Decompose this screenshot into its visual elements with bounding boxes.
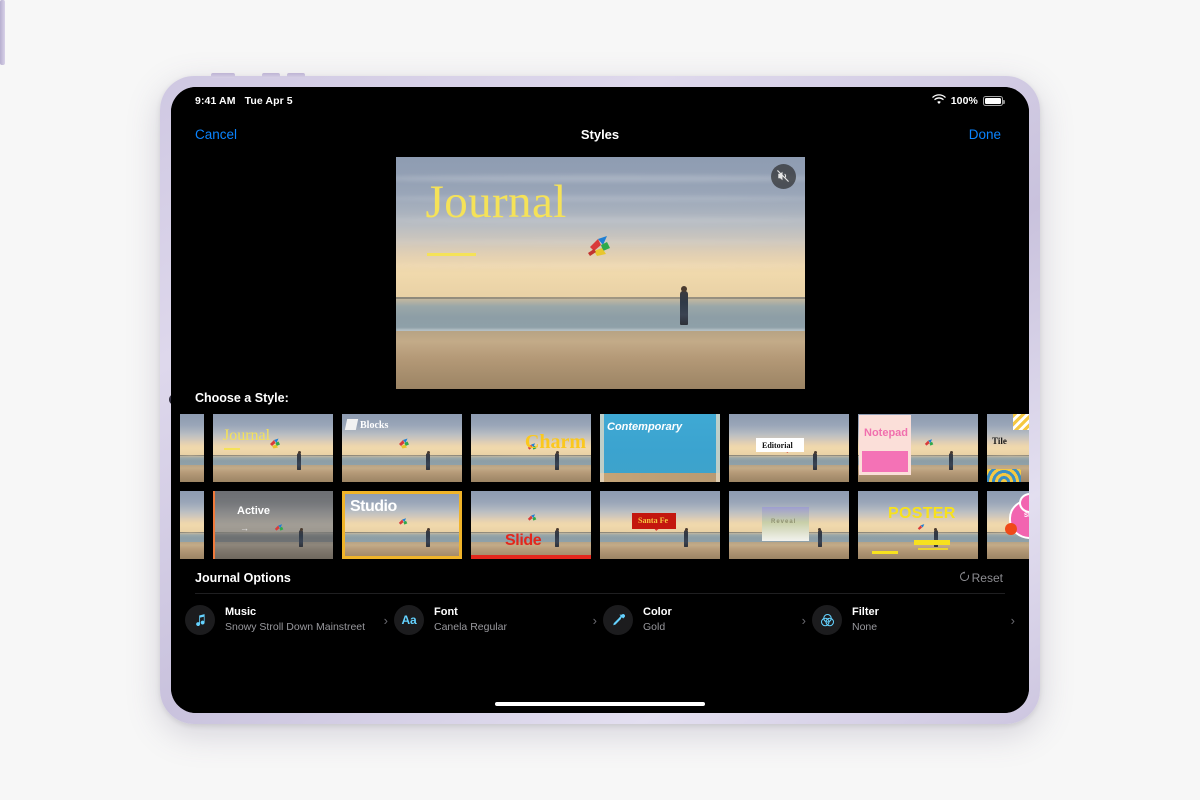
reset-arrow-icon <box>959 571 970 585</box>
smart-connector-rail <box>0 0 5 65</box>
preview-underline <box>426 252 476 256</box>
navigation-bar: Cancel Styles Done <box>171 114 1029 154</box>
options-header: Journal Options Reset <box>171 568 1029 593</box>
style-label-notepad: Notepad <box>864 427 908 439</box>
option-font-value: Canela Regular <box>434 621 507 634</box>
style-thumbnail-tile[interactable]: Tile <box>987 414 1029 482</box>
battery-percent: 100% <box>950 94 978 107</box>
scene-sea <box>395 299 805 332</box>
status-bar: 9:41 AM Tue Apr 5 100% <box>171 87 1029 114</box>
options-row: Music Snowy Stroll Down Mainstreet › Aa … <box>171 594 1029 635</box>
option-color-title: Color <box>643 606 672 619</box>
page-title: Styles <box>580 126 620 142</box>
option-filter[interactable]: Filter None › <box>812 605 1021 635</box>
done-button[interactable]: Done <box>969 127 1001 142</box>
speaker-muted-icon[interactable] <box>770 163 796 189</box>
option-filter-value: None <box>852 621 878 634</box>
wifi-icon <box>932 93 946 108</box>
style-thumbnail-active[interactable]: Active → <box>213 491 333 559</box>
scene-person <box>679 286 688 326</box>
style-label-tile: Tile <box>992 436 1007 446</box>
battery-icon <box>983 95 1005 106</box>
style-thumbnail-charm[interactable]: Charm <box>471 414 591 482</box>
option-font[interactable]: Aa Font Canela Regular › <box>394 605 603 635</box>
option-color-value: Gold <box>643 621 666 634</box>
volume-down-button[interactable] <box>287 73 305 78</box>
home-indicator[interactable] <box>495 702 705 706</box>
scene-kite <box>586 233 616 259</box>
style-label-santafe: Santa Fe <box>638 516 668 525</box>
chevron-right-icon: › <box>1010 612 1015 628</box>
chevron-right-icon: › <box>801 612 806 628</box>
style-label-poster: POSTER <box>888 505 956 522</box>
option-filter-text: Filter None <box>852 605 879 634</box>
option-font-text: Font Canela Regular <box>434 605 507 634</box>
style-label-editorial: Editorial <box>762 441 793 450</box>
style-label-slide: Slide <box>505 532 542 549</box>
style-row-1[interactable]: Journal Blocks Charm Contemporary Editor… <box>171 414 1029 482</box>
ipad-screen: 9:41 AM Tue Apr 5 100% Cancel Styles Don… <box>171 87 1029 713</box>
style-label-journal: Journal <box>223 427 271 444</box>
status-time: 9:41 AM <box>195 94 236 107</box>
style-thumbnail-santafe[interactable]: Santa Fe <box>600 491 720 559</box>
style-options-panel: Journal Options Reset Music Snowy Stroll… <box>171 568 1029 713</box>
style-label-studio: Studio <box>350 498 397 515</box>
eyedropper-icon <box>603 605 633 635</box>
style-thumbnail-reveal[interactable]: Reveal <box>729 491 849 559</box>
cancel-button[interactable]: Cancel <box>195 127 237 142</box>
style-thumbnail-editorial[interactable]: Editorial <box>729 414 849 482</box>
music-note-icon <box>185 605 215 635</box>
option-music-value: Snowy Stroll Down Mainstreet <box>225 621 366 634</box>
option-music-text: Music Snowy Stroll Down Mainstreet <box>225 605 365 634</box>
style-thumbnail-contemporary[interactable]: Contemporary <box>600 414 720 482</box>
style-label-contemporary: Contemporary <box>607 421 683 433</box>
style-thumbnail-studio[interactable]: Studio <box>342 491 462 559</box>
reset-label: Reset <box>971 571 1003 585</box>
style-thumbnail-blocks[interactable]: Blocks <box>342 414 462 482</box>
styles-section: Choose a Style: Journal Blocks Charm Con… <box>171 391 1029 568</box>
style-label-sticker: Stic <box>1023 513 1029 519</box>
style-label-active: Active <box>237 505 271 517</box>
style-row-2[interactable]: Active → Studio Slide Santa Fe Reveal PO… <box>171 491 1029 559</box>
style-label-blocks: Blocks <box>360 420 389 431</box>
options-title: Journal Options <box>195 571 291 585</box>
style-label-reveal: Reveal <box>771 519 797 525</box>
video-preview[interactable]: Journal <box>395 156 805 389</box>
style-thumbnail-notepad[interactable]: Notepad <box>858 414 978 482</box>
scene-sand <box>395 330 805 389</box>
style-thumbnail-slide[interactable]: Slide <box>471 491 591 559</box>
option-music[interactable]: Music Snowy Stroll Down Mainstreet › <box>185 605 394 635</box>
status-bar-right: 100% <box>932 93 1005 108</box>
option-filter-title: Filter <box>852 606 879 619</box>
reset-button[interactable]: Reset <box>959 571 1003 585</box>
volume-up-button[interactable] <box>262 73 280 78</box>
option-font-title: Font <box>434 606 458 619</box>
preview-title: Journal <box>425 175 567 228</box>
option-color-text: Color Gold <box>643 605 672 634</box>
chevron-right-icon: › <box>383 612 388 628</box>
option-music-title: Music <box>225 606 257 619</box>
style-thumbnail-poster[interactable]: POSTER <box>858 491 978 559</box>
style-thumbnail-partial-left[interactable] <box>180 414 204 482</box>
choose-style-label: Choose a Style: <box>195 391 289 405</box>
style-thumbnail-journal[interactable]: Journal <box>213 414 333 482</box>
imovie-styles-app: 9:41 AM Tue Apr 5 100% Cancel Styles Don… <box>171 87 1029 713</box>
style-label-charm: Charm <box>524 431 586 453</box>
chevron-right-icon: › <box>592 612 597 628</box>
power-button[interactable] <box>211 73 235 78</box>
status-date: Tue Apr 5 <box>244 94 293 107</box>
filter-circles-icon <box>812 605 842 635</box>
style-thumbnail-partial-left-2[interactable] <box>180 491 204 559</box>
font-aa-icon: Aa <box>394 605 424 635</box>
preview-area: Journal <box>171 154 1029 391</box>
style-thumbnail-sticker[interactable]: Stic <box>987 491 1029 559</box>
option-color[interactable]: Color Gold › <box>603 605 812 635</box>
